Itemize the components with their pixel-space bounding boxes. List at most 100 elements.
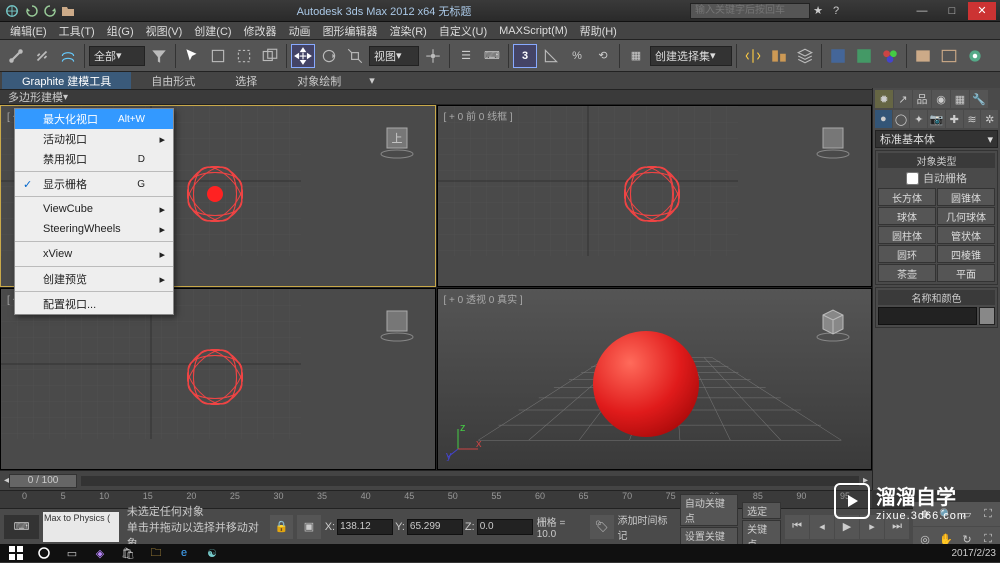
modify-tab-icon[interactable]: ↗ <box>894 90 912 108</box>
named-selset-combo[interactable]: 创建选择集 ▾ <box>650 46 732 66</box>
viewport-perspective[interactable]: [ + 0 透视 0 真实 ] zxy <box>437 288 873 470</box>
hierarchy-tab-icon[interactable]: 品 <box>913 90 931 108</box>
menu-view[interactable]: 视图(V) <box>140 23 189 39</box>
3dsmax-task-icon[interactable]: ☯ <box>200 545 224 561</box>
maximize-button[interactable]: □ <box>938 2 966 20</box>
minimize-button[interactable]: — <box>908 2 936 20</box>
add-time-tag[interactable]: 添加时间标记 <box>618 512 676 542</box>
menu-anim[interactable]: 动画 <box>283 23 317 39</box>
render-frame-icon[interactable] <box>937 44 961 68</box>
prim-geosphere[interactable]: 几何球体 <box>937 207 995 225</box>
help-star-icon[interactable]: ★ <box>810 3 826 19</box>
primitive-category-combo[interactable]: 标准基本体▾ <box>875 130 998 148</box>
utilities-tab-icon[interactable]: 🔧 <box>970 90 988 108</box>
menu-custom[interactable]: 自定义(U) <box>433 23 493 39</box>
edge-icon[interactable]: e <box>172 545 196 561</box>
ctx-configure[interactable]: 配置视口... <box>15 294 173 314</box>
viewport-label[interactable]: [ + 0 前 0 线框 ] <box>444 108 513 123</box>
spacewarps-icon[interactable]: ≋ <box>964 110 981 128</box>
viewport-front[interactable]: [ + 0 前 0 线框 ] <box>437 105 873 287</box>
ref-coord-combo[interactable]: 视图 ▾ <box>369 46 419 66</box>
start-button-icon[interactable] <box>4 545 28 561</box>
shapes-icon[interactable]: ◯ <box>893 110 910 128</box>
viewport-label[interactable]: [ + 0 透视 0 真实 ] <box>444 291 523 306</box>
lights-icon[interactable]: ✦ <box>910 110 927 128</box>
lock-icon[interactable]: 🔒 <box>270 515 293 539</box>
prim-cone[interactable]: 圆锥体 <box>937 188 995 206</box>
prim-teapot[interactable]: 茶壶 <box>878 264 936 282</box>
window-crossing-icon[interactable] <box>258 44 282 68</box>
taskbar-date[interactable]: 2017/2/23 <box>952 548 997 559</box>
curve-editor-icon[interactable] <box>826 44 850 68</box>
rollout-title[interactable]: 对象类型 <box>878 153 995 168</box>
pivot-icon[interactable] <box>421 44 445 68</box>
mini-listener-icon[interactable]: ⌨ <box>4 515 39 539</box>
create-tab-icon[interactable]: ✹ <box>875 90 893 108</box>
selkey-button[interactable]: 选定 <box>742 502 781 519</box>
prim-tube[interactable]: 管状体 <box>937 226 995 244</box>
taskview-icon[interactable]: ▭ <box>60 545 84 561</box>
manip-icon[interactable]: ☰ <box>454 44 478 68</box>
time-track[interactable] <box>81 476 859 486</box>
named-sel-icon[interactable]: ▦ <box>624 44 648 68</box>
ctx-viewcube[interactable]: ViewCube▸ <box>15 199 173 219</box>
cortana-icon[interactable] <box>32 545 56 561</box>
prim-box[interactable]: 长方体 <box>878 188 936 206</box>
search-input[interactable] <box>690 3 810 19</box>
align-icon[interactable] <box>767 44 791 68</box>
move-icon[interactable] <box>291 44 315 68</box>
menu-help[interactable]: 帮助(H) <box>574 23 623 39</box>
ctx-disable-viewport[interactable]: 禁用视口D <box>15 149 173 169</box>
autogrid-checkbox[interactable] <box>906 172 919 185</box>
ctx-xview[interactable]: xView▸ <box>15 244 173 264</box>
render-setup-icon[interactable] <box>911 44 935 68</box>
mirror-icon[interactable] <box>741 44 765 68</box>
select-region-icon[interactable] <box>232 44 256 68</box>
menu-render[interactable]: 渲染(R) <box>384 23 433 39</box>
ribtab-graphite[interactable]: Graphite 建模工具 <box>2 72 131 89</box>
viewport-left[interactable]: [ + 0 左 0 线框 ] <box>0 288 436 470</box>
angle-snap-icon[interactable] <box>539 44 563 68</box>
rotate-icon[interactable] <box>317 44 341 68</box>
snap-toggle-icon[interactable]: 3 <box>513 44 537 68</box>
ribtab-freeform[interactable]: 自由形式 <box>131 72 215 89</box>
bind-icon[interactable] <box>56 44 80 68</box>
time-pos[interactable]: 0 / 100 <box>9 474 77 488</box>
filter-icon[interactable] <box>147 44 171 68</box>
object-color-swatch[interactable] <box>979 307 995 325</box>
cameras-icon[interactable]: 📷 <box>928 110 945 128</box>
geometry-icon[interactable]: ● <box>875 110 892 128</box>
selection-scope-combo[interactable]: 全部 ▾ <box>89 46 145 66</box>
store-icon[interactable]: 🛍 <box>116 545 140 561</box>
object-name-input[interactable] <box>878 307 977 325</box>
undo-icon[interactable] <box>24 3 40 19</box>
percent-snap-icon[interactable]: % <box>565 44 589 68</box>
play-start-icon[interactable]: ⏮ <box>785 515 809 539</box>
viewcube[interactable]: 上 <box>377 120 417 160</box>
spinner-snap-icon[interactable]: ⟲ <box>591 44 615 68</box>
prim-torus[interactable]: 圆环 <box>878 245 936 263</box>
ribbon-sub[interactable]: 多边形建模 ▾ <box>0 90 1000 105</box>
prim-plane[interactable]: 平面 <box>937 264 995 282</box>
coord-x-input[interactable] <box>337 519 393 535</box>
ribtab-paint[interactable]: 对象绘制 <box>277 72 361 89</box>
coord-y-input[interactable] <box>407 519 463 535</box>
scale-icon[interactable] <box>343 44 367 68</box>
select-cursor-icon[interactable] <box>180 44 204 68</box>
time-slider[interactable]: ◂ 0 / 100 ▸ <box>0 470 872 490</box>
redo-icon[interactable] <box>42 3 58 19</box>
vs-icon[interactable]: ◈ <box>88 545 112 561</box>
menu-modifiers[interactable]: 修改器 <box>238 23 283 39</box>
select-name-icon[interactable] <box>206 44 230 68</box>
close-button[interactable]: ✕ <box>968 2 996 20</box>
menu-script[interactable]: MAXScript(M) <box>493 25 573 37</box>
menu-graph[interactable]: 图形编辑器 <box>317 23 384 39</box>
ribbon-expand-icon[interactable]: ▾ <box>369 74 375 87</box>
isolate-icon[interactable]: ▣ <box>297 515 320 539</box>
helpers-icon[interactable]: ✚ <box>946 110 963 128</box>
play-prev-icon[interactable]: ◂ <box>810 515 834 539</box>
prim-pyramid[interactable]: 四棱锥 <box>937 245 995 263</box>
layers-icon[interactable] <box>793 44 817 68</box>
schematic-icon[interactable] <box>852 44 876 68</box>
render-icon[interactable] <box>963 44 987 68</box>
